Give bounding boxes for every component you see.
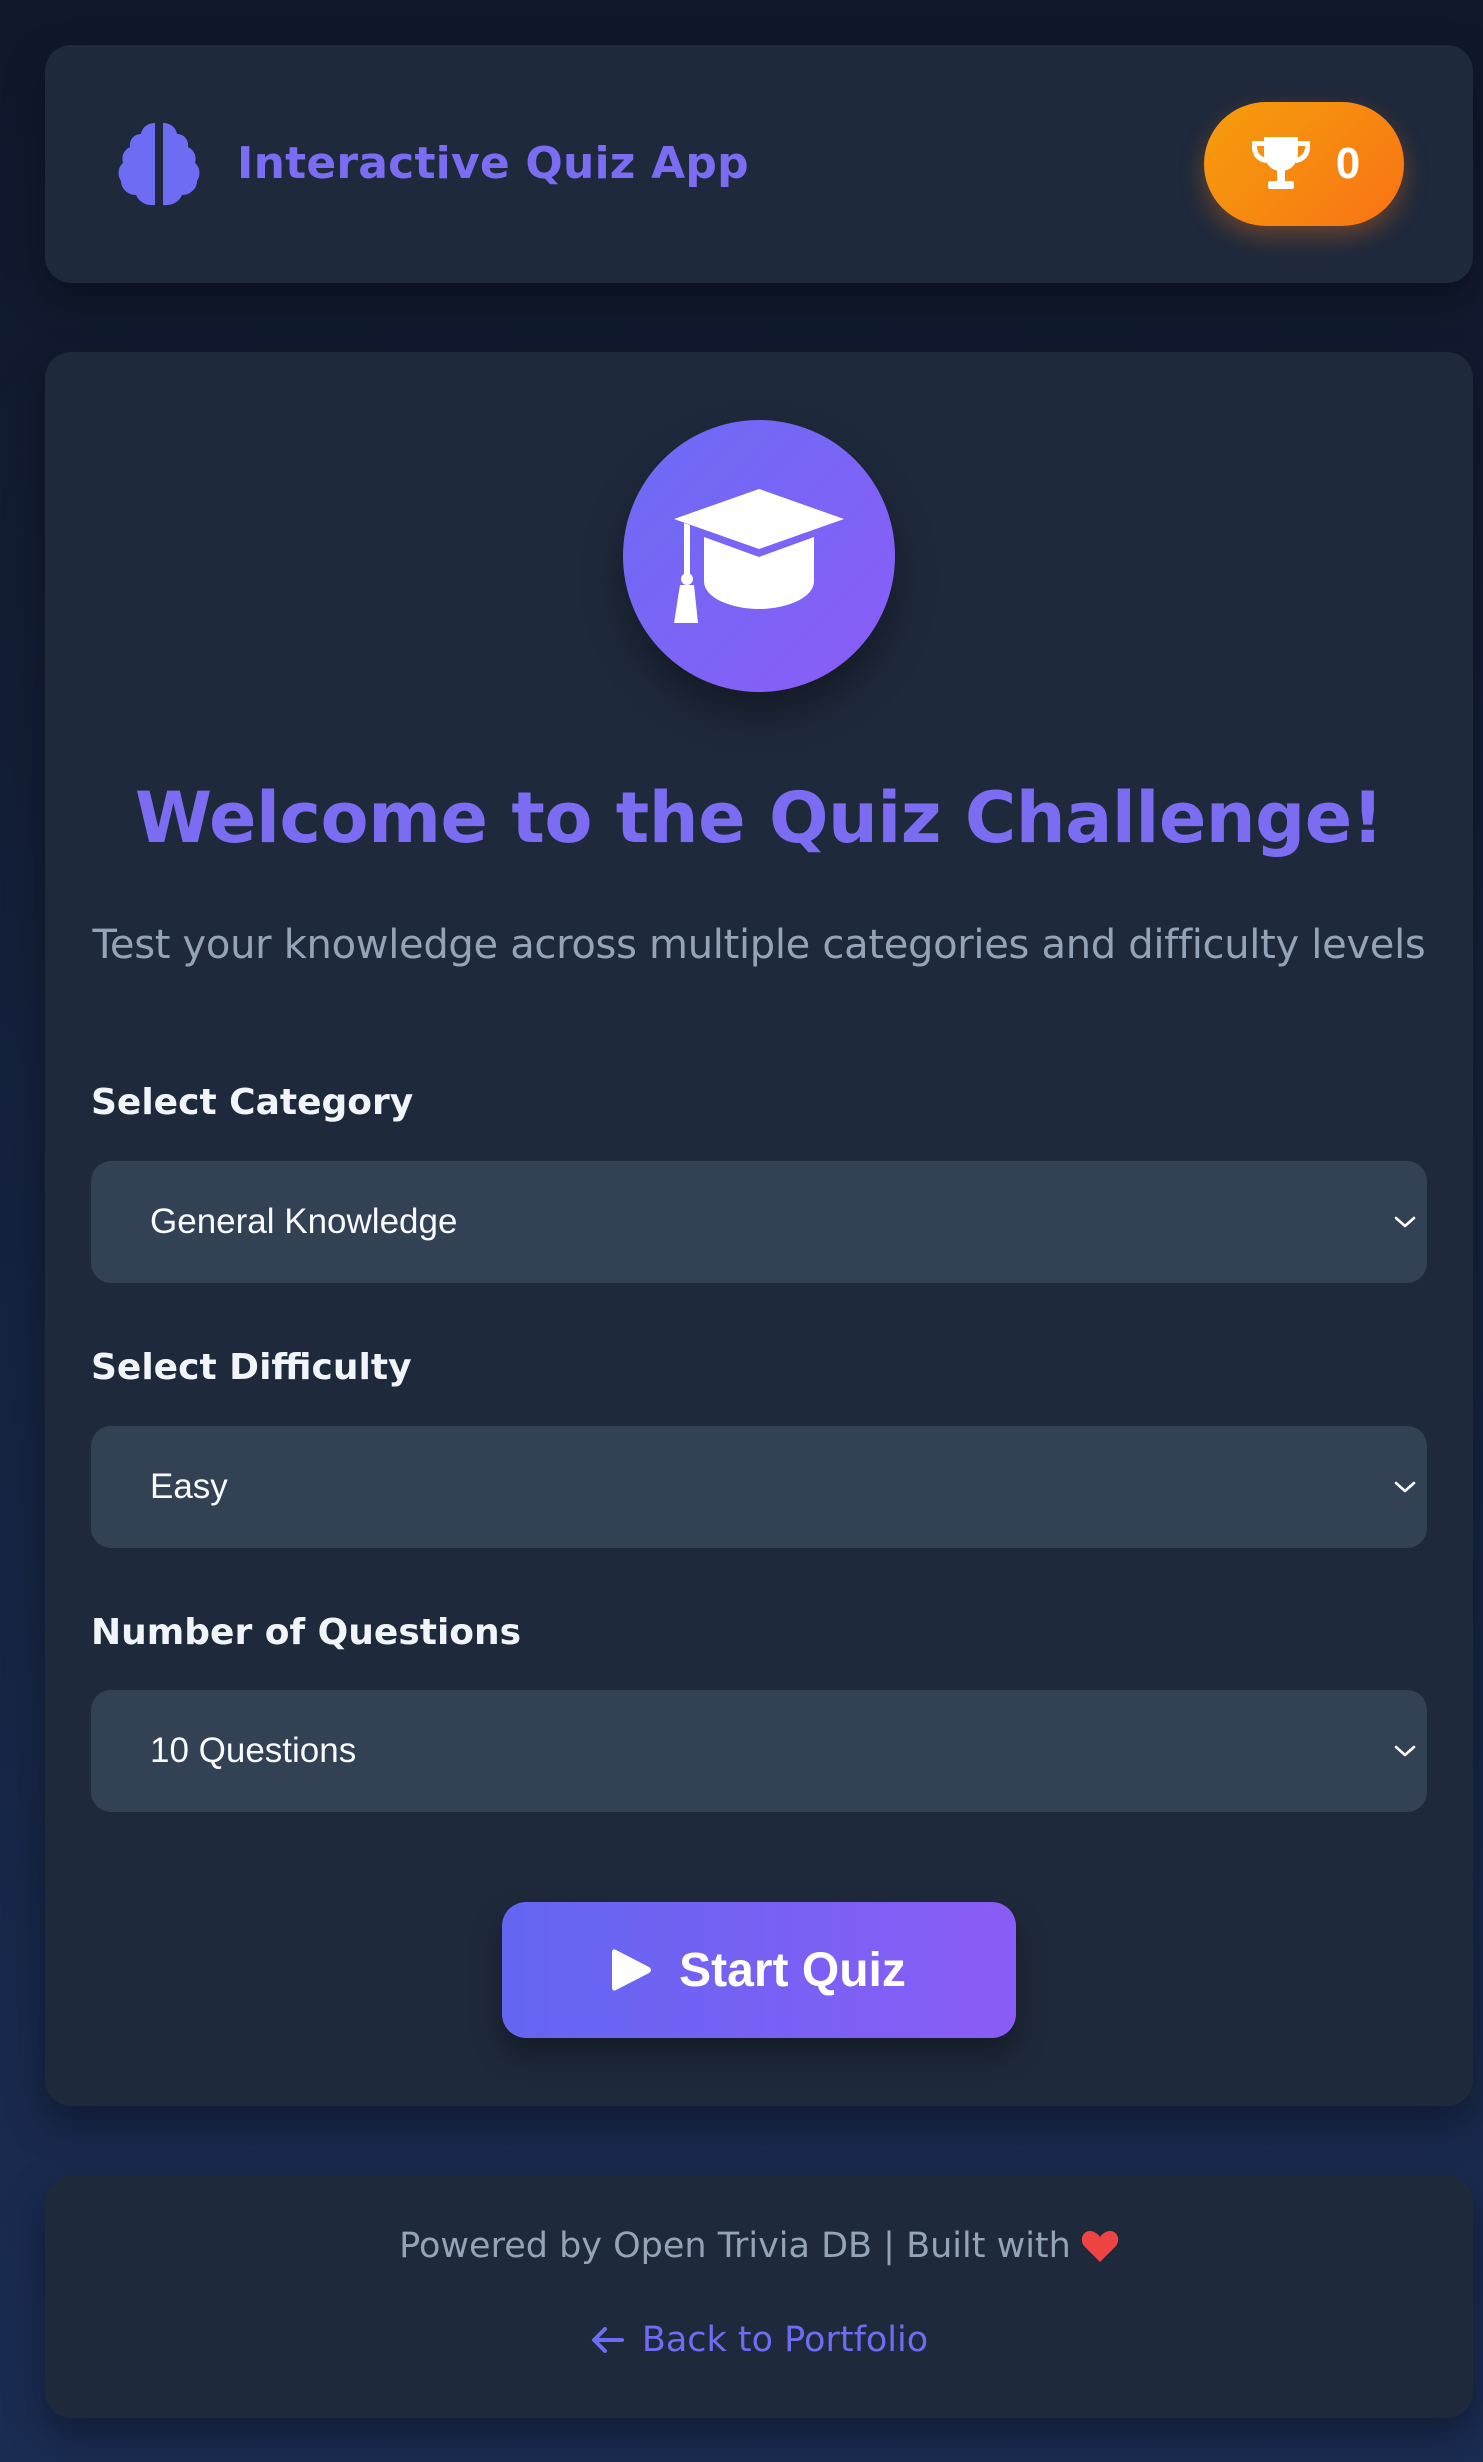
page-subtitle: Test your knowledge across multiple cate… [92,922,1426,968]
back-to-portfolio-link[interactable]: Back to Portfolio [45,2320,1473,2360]
category-label: Select Category [91,1082,414,1123]
arrow-left-icon [590,2325,642,2355]
questions-label: Number of Questions [91,1612,522,1653]
page-title: Welcome to the Quiz Challenge! [134,777,1384,859]
questions-selected-value: 10 Questions [150,1731,357,1770]
credits-text: Powered by Open Trivia DB | Built with [399,2226,1071,2266]
footer-credits: Powered by Open Trivia DB | Built with [45,2226,1473,2266]
brain-icon [111,115,207,211]
app-footer: Powered by Open Trivia DB | Built with B… [45,2176,1473,2418]
difficulty-select[interactable]: Easy [91,1426,1427,1548]
app-title: Interactive Quiz App [237,137,749,189]
trophy-icon [1248,133,1314,195]
graduation-cap-icon [664,481,854,631]
play-icon [612,1948,652,1992]
heart-icon [1071,2229,1119,2263]
difficulty-selected-value: Easy [150,1467,228,1506]
hero-badge [623,420,895,692]
questions-select[interactable]: 10 Questions [91,1690,1427,1812]
app-header: Interactive Quiz App 0 [45,45,1473,283]
category-selected-value: General Knowledge [150,1202,458,1241]
quiz-setup-card: Welcome to the Quiz Challenge! Test your… [45,352,1473,2106]
brand: Interactive Quiz App [111,115,749,211]
score-badge: 0 [1204,102,1404,226]
start-quiz-label: Start Quiz [679,1943,906,1997]
score-value: 0 [1335,139,1361,188]
difficulty-label: Select Difficulty [91,1347,412,1388]
start-quiz-button[interactable]: Start Quiz [502,1902,1016,2038]
back-link-label: Back to Portfolio [641,2320,929,2360]
category-select[interactable]: General Knowledge [91,1161,1427,1283]
